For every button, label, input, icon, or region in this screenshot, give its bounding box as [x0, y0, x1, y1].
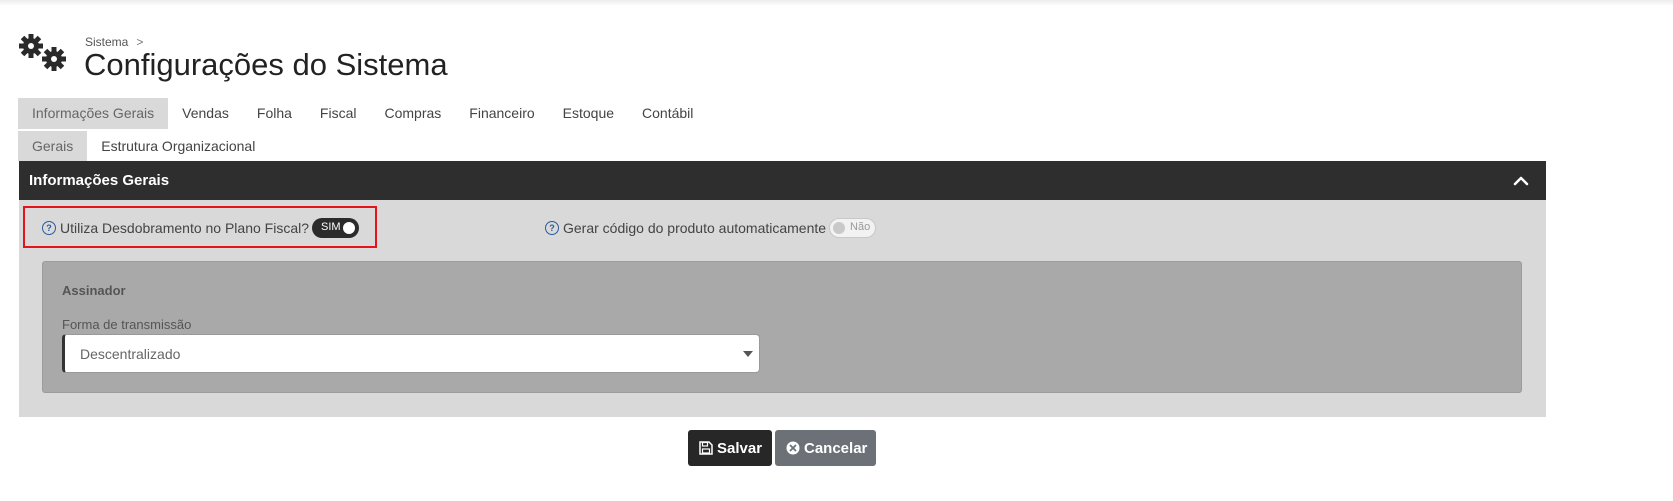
toggle-knob — [833, 222, 846, 234]
save-button[interactable]: Salvar — [688, 430, 772, 466]
toggle-off-label: Não — [850, 221, 871, 233]
panel-header[interactable]: Informações Gerais — [19, 161, 1546, 200]
subtab-estrutura-organizacional[interactable]: Estrutura Organizacional — [87, 131, 269, 161]
toggle-on-label: SIM — [321, 221, 341, 233]
option-gerar-codigo: ? Gerar código do produto automaticament… — [545, 218, 877, 238]
tab-folha[interactable]: Folha — [243, 98, 306, 129]
option-desdobramento: ? Utiliza Desdobramento no Plano Fiscal?… — [42, 218, 360, 238]
cancel-button[interactable]: Cancelar — [775, 430, 876, 466]
tab-contabil[interactable]: Contábil — [628, 98, 707, 129]
help-icon[interactable]: ? — [42, 221, 56, 235]
option-desdobramento-label: Utiliza Desdobramento no Plano Fiscal? — [60, 220, 310, 236]
forma-transmissao-label: Forma de transmissão — [62, 317, 192, 332]
tab-compras[interactable]: Compras — [370, 98, 455, 129]
tab-estoque[interactable]: Estoque — [549, 98, 628, 129]
tab-vendas[interactable]: Vendas — [168, 98, 243, 129]
save-button-label: Salvar — [717, 439, 763, 457]
gerar-codigo-toggle[interactable]: Não — [829, 218, 877, 238]
tab-fiscal[interactable]: Fiscal — [306, 98, 371, 129]
toggle-knob — [343, 222, 356, 234]
gears-icon — [19, 34, 66, 71]
chevron-up-icon[interactable] — [1512, 172, 1530, 190]
cancel-button-label: Cancelar — [804, 439, 868, 457]
desdobramento-toggle[interactable]: SIM — [312, 218, 360, 238]
tab-informacoes-gerais[interactable]: Informações Gerais — [18, 98, 169, 129]
floppy-disk-icon — [699, 441, 713, 455]
panel-title: Informações Gerais — [29, 172, 170, 189]
assinador-section: Assinador Forma de transmissão Descentra… — [42, 261, 1522, 393]
caret-down-icon — [743, 351, 753, 357]
page-title: Configurações do Sistema — [84, 47, 448, 82]
help-icon[interactable]: ? — [545, 221, 559, 235]
select-value: Descentralizado — [80, 346, 181, 362]
sub-tabs: Gerais Estrutura Organizacional — [18, 131, 269, 161]
assinador-title: Assinador — [62, 283, 126, 298]
close-circle-icon — [786, 441, 800, 455]
forma-transmissao-select[interactable]: Descentralizado — [62, 334, 760, 373]
subtab-gerais[interactable]: Gerais — [18, 131, 88, 161]
tab-financeiro[interactable]: Financeiro — [455, 98, 548, 129]
page-header: Sistema > Configurações do Sistema — [18, 33, 618, 88]
main-tabs: Informações Gerais Vendas Folha Fiscal C… — [18, 98, 707, 129]
option-gerar-codigo-label: Gerar código do produto automaticamente — [563, 220, 827, 236]
top-shadow — [0, 0, 1673, 6]
